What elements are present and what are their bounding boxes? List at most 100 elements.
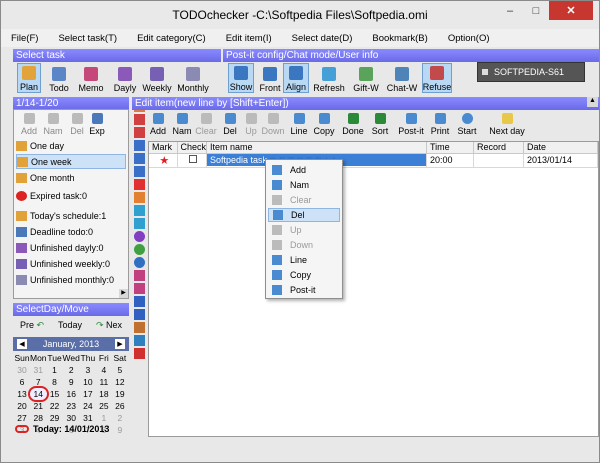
day-cell[interactable]: 23 — [63, 400, 80, 412]
done-item-button[interactable]: Done — [340, 110, 366, 136]
category-icon-6[interactable] — [134, 166, 145, 177]
cal-next-month-button[interactable]: ▶ — [115, 339, 125, 349]
chat-w-button[interactable]: Chat-W — [385, 63, 419, 93]
col-record[interactable]: Record — [473, 142, 525, 154]
day-cell[interactable]: 8 — [47, 376, 63, 388]
day-cell[interactable]: 2 — [63, 364, 80, 376]
ctx-up[interactable]: Up — [268, 223, 340, 237]
summary-weekly[interactable]: Unfinished weekly:0 — [16, 256, 126, 271]
day-cell[interactable]: 22 — [47, 400, 63, 412]
arrow-icon-3[interactable] — [134, 205, 145, 216]
day-cell[interactable]: 5 — [112, 364, 128, 376]
summary-deadline[interactable]: Deadline todo:0 — [16, 224, 126, 239]
align-button[interactable]: Align — [283, 63, 309, 93]
music-icon-3[interactable] — [134, 296, 145, 307]
menu-select-date[interactable]: Select date(D) — [282, 33, 363, 44]
summary-dayly[interactable]: Unfinished dayly:0 — [16, 240, 126, 255]
day-cell[interactable]: 24 — [80, 400, 96, 412]
menu-file[interactable]: File(F) — [1, 33, 48, 44]
ctx-down[interactable]: Down — [268, 238, 340, 252]
date-cell[interactable]: 2013/01/14 — [523, 153, 598, 168]
day-cell[interactable]: 13 — [14, 388, 30, 400]
gift-icon[interactable] — [134, 322, 145, 333]
ctx-clear[interactable]: Clear — [268, 193, 340, 207]
summary-today[interactable]: Today's schedule:1 — [16, 208, 126, 223]
ctx-postit[interactable]: Post-it — [268, 283, 340, 297]
day-cell[interactable]: 16 — [63, 388, 80, 400]
day-cell[interactable]: 15 — [47, 388, 63, 400]
close-button[interactable]: ✕ — [549, 1, 593, 20]
period-one-day[interactable]: One day — [16, 138, 126, 153]
ctx-del[interactable]: Del — [268, 208, 340, 222]
category-icon-2[interactable] — [134, 114, 145, 125]
cal-prev-month-button[interactable]: ◀ — [17, 339, 27, 349]
day-cell[interactable]: 17 — [80, 388, 96, 400]
category-icon-5[interactable] — [134, 153, 145, 164]
menu-option[interactable]: Option(O) — [438, 33, 500, 44]
plan-button[interactable]: Plan — [17, 63, 41, 93]
todo-button[interactable]: Todo — [47, 63, 71, 93]
dayly-button[interactable]: Dayly — [111, 63, 139, 93]
left-nam-button[interactable]: Nam — [44, 112, 63, 136]
menu-edit-item[interactable]: Edit item(I) — [216, 33, 282, 44]
day-cell[interactable]: 31 — [30, 364, 47, 376]
day-cell[interactable]: 20 — [14, 400, 30, 412]
day-cell[interactable]: 1 — [47, 364, 63, 376]
col-time[interactable]: Time — [426, 142, 475, 154]
menu-edit-category[interactable]: Edit category(C) — [127, 33, 216, 44]
summary-monthly[interactable]: Unfinished monthly:0 — [16, 272, 126, 287]
record-cell[interactable] — [473, 153, 525, 168]
music-icon-2[interactable] — [134, 283, 145, 294]
ctx-copy[interactable]: Copy — [268, 268, 340, 282]
day-cell[interactable]: 19 — [112, 388, 128, 400]
prev-button[interactable]: Pre ↶ — [20, 320, 44, 331]
star-mark-icon[interactable]: ★ — [149, 153, 178, 168]
day-cell[interactable]: 26 — [112, 400, 128, 412]
smile-icon-1[interactable] — [134, 231, 145, 242]
day-cell-selected[interactable]: 14 — [28, 386, 49, 402]
down-item-button[interactable]: Down — [260, 110, 286, 136]
clear-item-button[interactable]: Clear — [194, 110, 218, 136]
day-cell[interactable]: 9 — [63, 376, 80, 388]
today-button[interactable]: Today — [58, 320, 82, 330]
expired-task-item[interactable]: Expired task:0 — [16, 188, 126, 203]
weekly-button[interactable]: Weekly — [141, 63, 173, 93]
add-item-button[interactable]: Add — [148, 110, 168, 136]
category-icon-4[interactable] — [134, 140, 145, 151]
period-one-month[interactable]: One month — [16, 170, 126, 185]
front-button[interactable]: Front — [257, 63, 283, 93]
day-cell[interactable]: 11 — [96, 376, 112, 388]
next-day-button[interactable]: Next day — [488, 110, 526, 136]
plane-icon[interactable] — [134, 335, 145, 346]
day-cell[interactable]: 3 — [80, 364, 96, 376]
refresh-button[interactable]: Refresh — [313, 63, 345, 93]
category-icon-3[interactable] — [134, 127, 145, 138]
checkbox[interactable] — [189, 155, 198, 163]
smile-icon-3[interactable] — [134, 257, 145, 268]
memo-button[interactable]: Memo — [77, 63, 105, 93]
table-row[interactable]: ★ Softpedia task 20:00 2013/01/14 — [149, 153, 598, 168]
menu-bookmark[interactable]: Bookmark(B) — [362, 33, 437, 44]
music-icon-4[interactable] — [134, 309, 145, 320]
ctx-line[interactable]: Line — [268, 253, 340, 267]
ctx-nam[interactable]: Nam — [268, 178, 340, 192]
show-button[interactable]: Show — [228, 63, 254, 93]
print-item-button[interactable]: Print — [428, 110, 452, 136]
gift-w-button[interactable]: Gift-W — [350, 63, 382, 93]
arrow-icon-4[interactable] — [134, 218, 145, 229]
postit-item-button[interactable]: Post-it — [396, 110, 426, 136]
col-item-name[interactable]: Item name — [206, 142, 428, 154]
arrow-icon-1[interactable] — [134, 179, 145, 190]
next-button[interactable]: ↷ Nex — [96, 320, 122, 331]
minimize-button[interactable]: – — [497, 1, 523, 20]
day-cell[interactable]: 30 — [14, 364, 30, 376]
day-cell[interactable]: 6 — [14, 376, 30, 388]
start-item-button[interactable]: Start — [454, 110, 480, 136]
left-exp-button[interactable]: Exp — [88, 112, 106, 136]
col-date[interactable]: Date — [523, 142, 598, 154]
day-cell[interactable]: 12 — [112, 376, 128, 388]
nam-item-button[interactable]: Nam — [172, 110, 192, 136]
up-item-button[interactable]: Up — [242, 110, 260, 136]
maximize-button[interactable]: □ — [523, 1, 549, 20]
check-cell[interactable] — [177, 153, 208, 168]
